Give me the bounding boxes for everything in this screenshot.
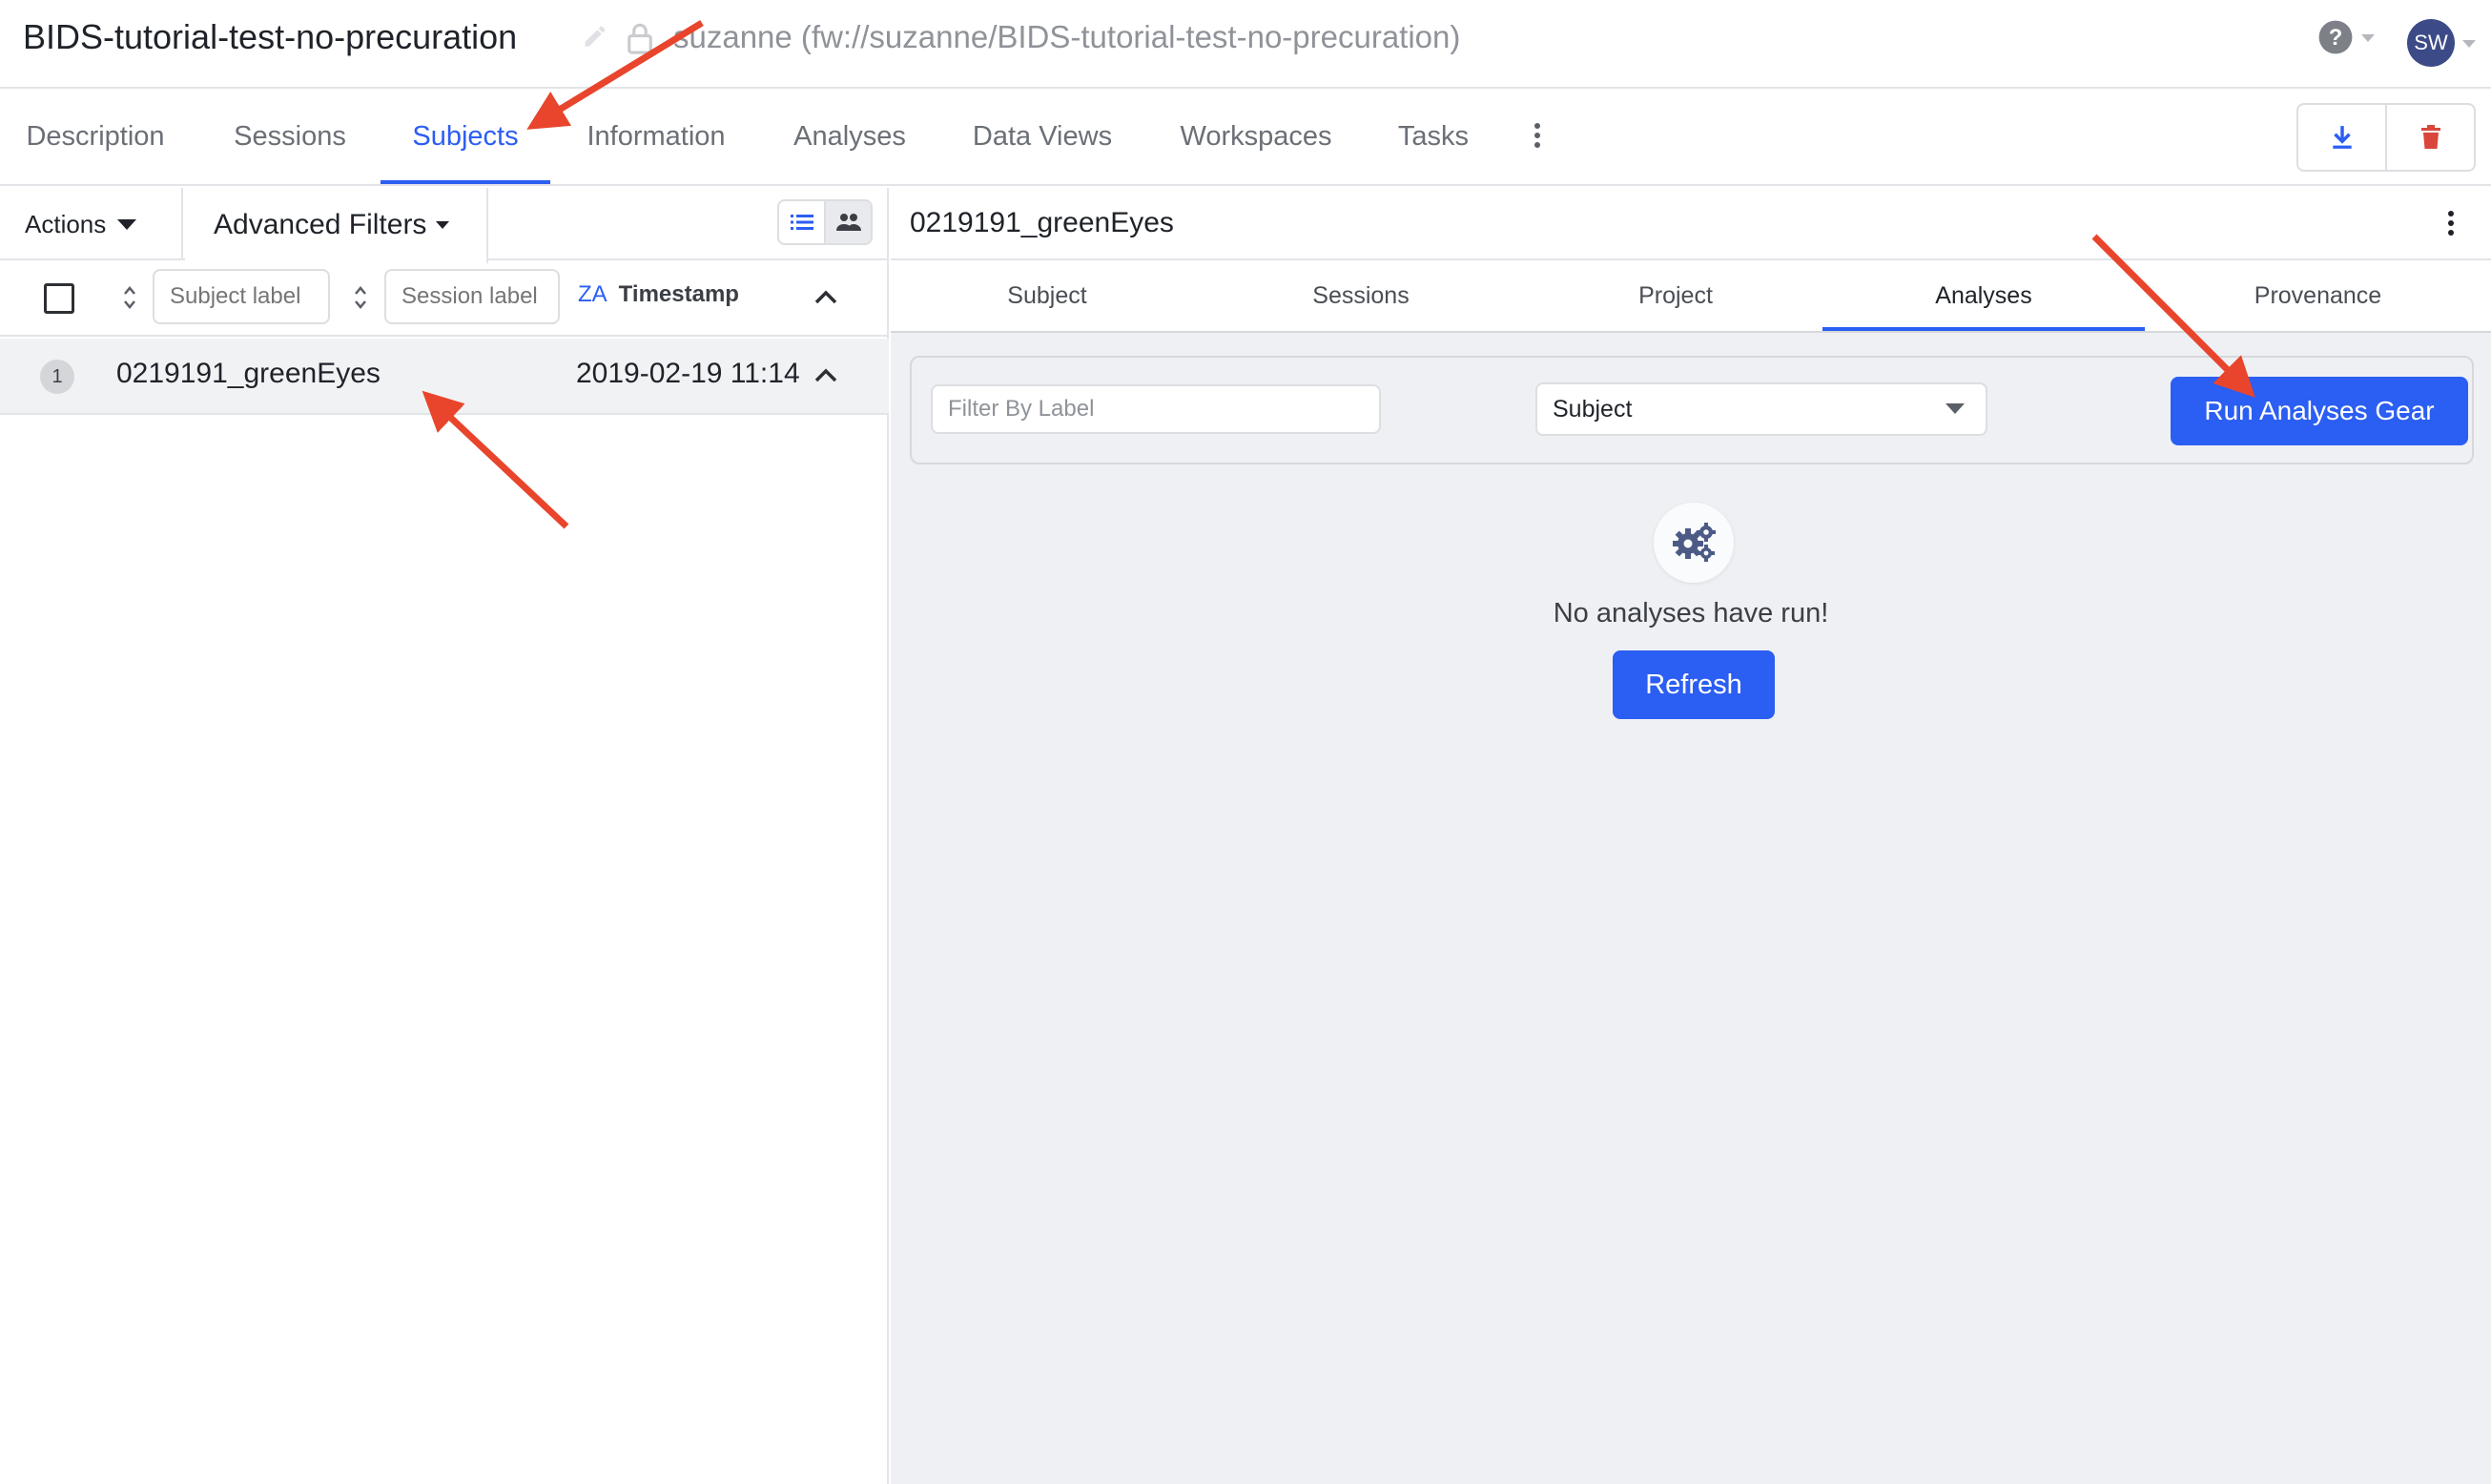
timestamp-sort-header[interactable]: ZA Timestamp (578, 281, 739, 308)
subject-title: 0219191_greenEyes (910, 207, 1174, 238)
subject-detail-panel: 0219191_greenEyes Subject Sessions Proje… (891, 188, 2491, 1484)
analyses-filter-bar: Filter By Label Subject Run Analyses Gea… (910, 356, 2474, 464)
sort-icon[interactable] (353, 283, 368, 312)
caret-down-icon (1945, 403, 1965, 414)
project-header: BIDS-tutorial-test-no-precuration suzann… (0, 0, 2491, 89)
gears-glyph (1673, 523, 1716, 562)
user-menu[interactable]: SW (2407, 17, 2483, 67)
subject-label[interactable]: 0219191_greenEyes (116, 358, 381, 390)
refresh-button[interactable]: Refresh (1613, 650, 1775, 719)
actions-label: Actions (25, 209, 107, 238)
tab-information[interactable]: Information (570, 91, 742, 184)
list-icon (790, 215, 813, 230)
empty-state-message: No analyses have run! (1553, 598, 1829, 629)
group-view-button[interactable] (824, 201, 871, 243)
more-options-icon[interactable] (2445, 209, 2457, 237)
subject-label-filter[interactable] (153, 269, 330, 324)
subject-timestamp: 2019-02-19 11:14 (576, 358, 800, 389)
tab-subjects[interactable]: Subjects (381, 91, 550, 184)
caret-down-icon (436, 221, 450, 229)
caret-down-icon (117, 218, 137, 230)
select-value: Subject (1553, 396, 1633, 423)
avatar: SW (2407, 19, 2455, 67)
sort-icon[interactable] (122, 283, 137, 312)
lock-icon (628, 23, 652, 54)
subjects-list-panel: Actions Advanced Filters Subject label S… (0, 188, 889, 1484)
tab-tasks[interactable]: Tasks (1383, 91, 1484, 184)
tab-workspaces[interactable]: Workspaces (1165, 91, 1347, 184)
timestamp-header-label: Timestamp (618, 281, 739, 307)
tab-data-views[interactable]: Data Views (957, 91, 1127, 184)
svg-text:?: ? (2329, 25, 2343, 51)
list-toolbar: Actions Advanced Filters (0, 188, 889, 264)
more-tabs-icon[interactable] (1526, 121, 1549, 150)
detail-header: 0219191_greenEyes (891, 188, 2491, 260)
help-icon: ? (2318, 20, 2353, 54)
list-view-button[interactable] (779, 201, 824, 243)
advanced-filters-label: Advanced Filters (214, 209, 427, 240)
tab-provenance[interactable]: Provenance (2145, 260, 2491, 331)
actions-dropdown[interactable]: Actions (0, 188, 183, 260)
sort-alpha-desc-icon: ZA (578, 281, 607, 307)
view-toggle (777, 199, 873, 245)
people-icon (835, 214, 861, 231)
gears-icon (1654, 503, 1734, 583)
chevron-down-icon (2361, 34, 2375, 42)
list-filter-row: ZA Timestamp (0, 260, 889, 337)
chevron-down-icon (2462, 40, 2476, 48)
advanced-filters-dropdown[interactable]: Advanced Filters (185, 188, 488, 264)
tab-analyses[interactable]: Analyses (1822, 260, 2145, 331)
tab-sessions[interactable]: Sessions (1204, 260, 1518, 331)
collapse-all-icon[interactable] (813, 287, 839, 306)
row-index-badge: 1 (40, 360, 74, 394)
filter-by-label-input[interactable]: Filter By Label (931, 384, 1381, 434)
delete-button[interactable] (2385, 105, 2474, 170)
download-icon (2332, 126, 2352, 149)
table-row[interactable]: 1 0219191_greenEyes 2019-02-19 11:14 (0, 339, 889, 415)
edit-pencil-icon[interactable] (582, 23, 608, 50)
project-actions (2296, 103, 2476, 172)
container-type-select[interactable]: Subject (1535, 382, 1987, 436)
tab-description[interactable]: Description (0, 91, 191, 184)
project-path: suzanne (fw://suzanne/BIDS-tutorial-test… (673, 19, 1461, 54)
help-menu-button[interactable]: ? (2317, 19, 2386, 61)
tab-sessions[interactable]: Sessions (212, 91, 368, 184)
project-tabs: Description Sessions Subjects Informatio… (0, 91, 2491, 186)
tab-project[interactable]: Project (1518, 260, 1833, 331)
tab-subject[interactable]: Subject (891, 260, 1204, 331)
session-label-filter[interactable] (384, 269, 560, 324)
select-all-checkbox[interactable] (44, 283, 74, 314)
run-analyses-gear-button[interactable]: Run Analyses Gear (2171, 377, 2468, 445)
trash-icon (2420, 125, 2440, 149)
download-button[interactable] (2298, 105, 2385, 170)
chevron-up-icon[interactable] (813, 365, 839, 384)
tab-analyses[interactable]: Analyses (774, 91, 925, 184)
project-title: BIDS-tutorial-test-no-precuration (23, 17, 518, 56)
detail-tabs: Subject Sessions Project Analyses Proven… (891, 260, 2491, 333)
